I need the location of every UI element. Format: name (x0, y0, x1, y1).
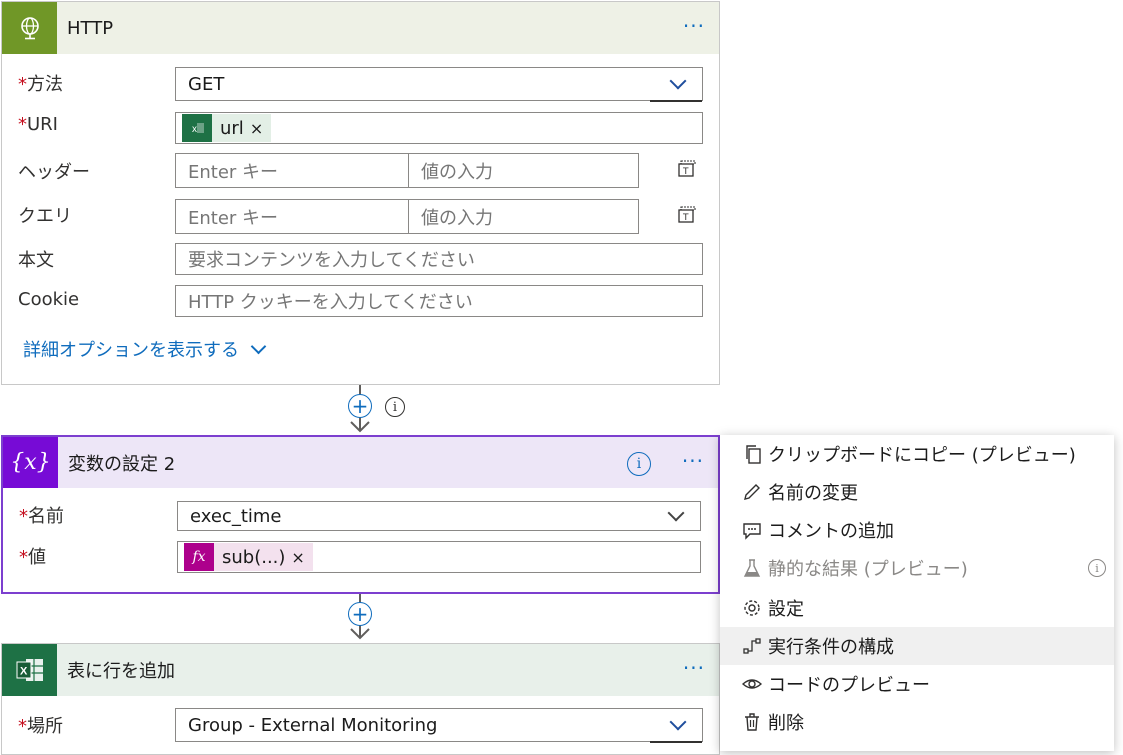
http-action-card: HTTP ··· *方法 GET *URI x url × ヘッダー Enter… (1, 1, 720, 385)
show-advanced-options-link[interactable]: 詳細オプションを表示する (23, 336, 267, 362)
location-dropdown[interactable]: Group - External Monitoring (175, 708, 703, 743)
chevron-down-icon (667, 504, 685, 522)
header-key-input[interactable]: Enter キー (175, 153, 409, 188)
globe-icon (2, 2, 57, 54)
insert-step-button[interactable]: + (348, 602, 372, 626)
name-label: *名前 (19, 506, 64, 527)
info-icon[interactable]: i (1088, 559, 1106, 577)
excel-card-header[interactable]: X 表に行を追加 ··· (2, 644, 719, 696)
location-label: *場所 (18, 716, 63, 737)
uri-field[interactable]: x url × (175, 112, 703, 144)
svg-text:T: T (682, 167, 689, 177)
chevron-down-icon (669, 713, 687, 731)
menu-item-settings[interactable]: 設定 (720, 589, 1114, 627)
arrow-down-icon (350, 421, 370, 433)
set-variable-card: {x} 変数の設定 2 i ··· *名前 exec_time *値 fx su… (1, 435, 720, 594)
menu-item-delete[interactable]: 削除 (720, 703, 1114, 741)
method-value: GET (188, 73, 225, 95)
menu-item-static-result: 静的な結果 (プレビュー) i (720, 549, 1114, 587)
cookie-input[interactable]: HTTP クッキーを入力してください (175, 285, 703, 317)
svg-text:X: X (20, 666, 28, 678)
headers-label: ヘッダー (18, 162, 90, 183)
excel-icon: X (2, 644, 57, 696)
variable-name-dropdown[interactable]: exec_time (177, 501, 701, 531)
excel-token-icon: x (182, 114, 212, 142)
value-label: *値 (19, 547, 46, 568)
uri-label: *URI (18, 114, 58, 135)
variable-icon: {x} (3, 437, 58, 488)
trash-icon (720, 712, 766, 732)
variable-card-title: 変数の設定 2 (68, 453, 176, 475)
gear-icon (720, 598, 766, 618)
query-key-input[interactable]: Enter キー (175, 199, 409, 234)
menu-item-peek-code[interactable]: コードのプレビュー (720, 665, 1114, 703)
arrow-down-icon (350, 628, 370, 640)
switch-to-text-mode-icon[interactable]: T (677, 206, 697, 228)
variable-more-options-button[interactable]: ··· (682, 451, 704, 471)
value-expression-token[interactable]: fx sub(...) × (184, 543, 313, 571)
menu-item-configure-run-after[interactable]: 実行条件の構成 (720, 627, 1114, 665)
query-value-input[interactable]: 値の入力 (408, 199, 639, 234)
eye-icon (720, 674, 766, 694)
switch-to-text-mode-icon[interactable]: T (677, 160, 697, 182)
queries-label: クエリ (18, 206, 72, 227)
menu-item-rename[interactable]: 名前の変更 (720, 473, 1114, 511)
comment-icon (720, 520, 766, 540)
uri-token[interactable]: x url × (182, 114, 272, 142)
info-icon[interactable]: i (627, 452, 651, 476)
chevron-down-icon (250, 338, 267, 354)
svg-text:x: x (192, 124, 197, 135)
location-dropdown-underline (650, 740, 702, 743)
chevron-down-icon (669, 72, 687, 90)
function-icon: fx (184, 543, 214, 571)
add-row-card: X 表に行を追加 ··· *場所 Group - External Monito… (1, 643, 720, 755)
menu-item-copy-to-clipboard[interactable]: クリップボードにコピー (プレビュー) (720, 435, 1114, 473)
run-after-icon (720, 636, 766, 656)
excel-more-options-button[interactable]: ··· (683, 658, 705, 678)
http-card-title: HTTP (67, 17, 114, 39)
variable-value-field[interactable]: fx sub(...) × (177, 541, 701, 573)
http-card-header[interactable]: HTTP ··· (2, 2, 719, 54)
method-dropdown[interactable]: GET (175, 67, 703, 102)
body-input[interactable]: 要求コンテンツを入力してください (175, 243, 703, 275)
header-value-input[interactable]: 値の入力 (408, 153, 639, 188)
method-label: *方法 (18, 74, 63, 95)
svg-text:T: T (682, 213, 689, 223)
remove-token-button[interactable]: × (291, 548, 304, 567)
info-icon[interactable]: i (385, 397, 405, 417)
copy-icon (720, 444, 766, 464)
action-context-menu: クリップボードにコピー (プレビュー) 名前の変更 コメントの追加 静的な結果 … (720, 435, 1114, 751)
insert-step-button[interactable]: + (348, 394, 372, 418)
flask-icon (720, 558, 766, 578)
menu-item-add-comment[interactable]: コメントの追加 (720, 511, 1114, 549)
cookie-label: Cookie (18, 289, 80, 310)
excel-card-title: 表に行を追加 (67, 661, 175, 682)
body-label: 本文 (18, 250, 54, 271)
method-dropdown-underline (650, 99, 702, 102)
variable-card-header[interactable]: {x} 変数の設定 2 i ··· (3, 437, 718, 488)
remove-token-button[interactable]: × (250, 119, 263, 138)
pencil-icon (720, 482, 766, 502)
http-more-options-button[interactable]: ··· (683, 16, 705, 36)
